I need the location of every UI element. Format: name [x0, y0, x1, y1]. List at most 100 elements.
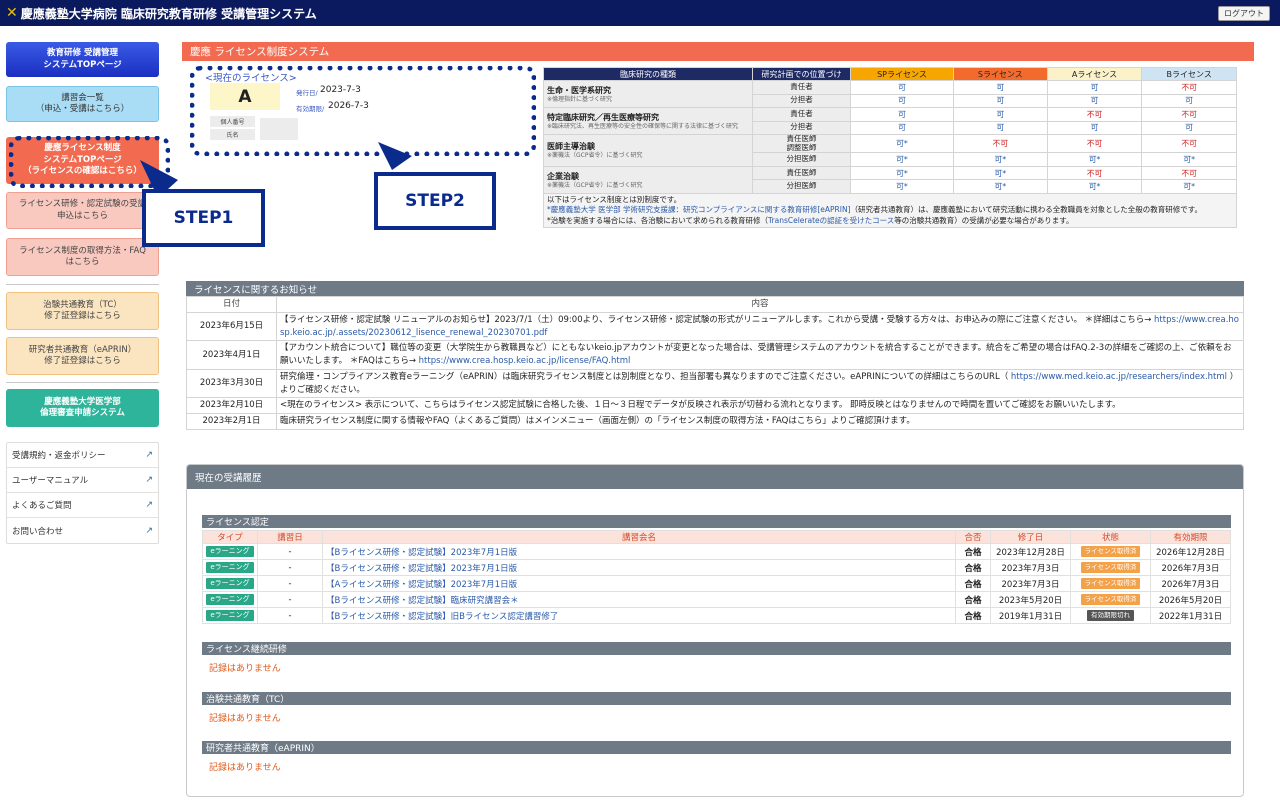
- note-text: （研究者共通教育）は、慶應義塾において研究活動に携わる全教職員を対象とした全般の…: [850, 205, 1203, 215]
- history-row: eラーニング - 【Aライセンス研修・認定試験】2023年7月1日版 合格 2023年7…: [202, 575, 1231, 592]
- col-header: 有効期限: [1150, 530, 1231, 544]
- status-cell: ライセンス取得済: [1070, 559, 1151, 576]
- elearning-badge: eラーニング: [206, 546, 254, 557]
- permission-cell: 不可: [952, 133, 1048, 154]
- type-cell: eラーニング: [202, 591, 258, 608]
- eaprin-link[interactable]: *慶應義塾大学 医学部 学術研究支援課：研究コンプライアンスに関する教育研修[e…: [547, 205, 851, 214]
- sidebar-item-education-top[interactable]: 教育研修 受講管理 システムTOPページ: [6, 42, 159, 77]
- status-cell: ライセンス取得済: [1070, 575, 1151, 592]
- history-title: 現在の受講履歴: [187, 465, 1243, 489]
- tc-title: 治験共通教育（TC）: [202, 692, 1231, 705]
- license-row: 医師主導治験 ※薬機法（GCP省令）に基づく研究 責任医師 調整医師 可* 不可 不可 不可: [543, 133, 1237, 167]
- type-cell: eラーニング: [202, 559, 258, 576]
- news-text: 【ライセンス研修・認定試験 リニューアルのお知らせ】2023/7/1（土）09:…: [280, 314, 1155, 325]
- course-date: -: [257, 543, 323, 560]
- license-notes: 以下はライセンス制度とは別制度です。 *慶應義塾大学 医学部 学術研究支援課：研…: [543, 192, 1237, 229]
- role-cell: 責任医師 調整医師: [752, 133, 851, 154]
- sidebar-item-eaprin-register[interactable]: 研究者共通教育（eAPRIN） 修了証登録はこちら: [6, 337, 159, 375]
- note-text: 等の治験共通教育）の受講が必要な場合があります。: [894, 215, 1074, 225]
- permission-cell: 可: [952, 107, 1048, 122]
- sidebar-item-license-faq[interactable]: ライセンス制度の取得方法・FAQ はこちら: [6, 238, 159, 276]
- permission-cell: 可: [1046, 120, 1143, 135]
- permission-cell: 可*: [1141, 152, 1237, 167]
- permission-cell: 可*: [850, 165, 954, 181]
- history-row: eラーニング - 【Bライセンス研修・認定試験】臨床研究講習会＊ 合格 2023年5月2…: [202, 591, 1231, 608]
- col-header-content: 内容: [276, 296, 1244, 313]
- permission-cell: 可: [952, 93, 1048, 108]
- permission-cell: 可: [1141, 120, 1237, 135]
- research-type-name: 特定臨床研究／再生医療等研究: [547, 112, 659, 122]
- col-header: 臨床研究の種類: [543, 67, 753, 81]
- sidebar-item-course-list[interactable]: 講習会一覧 （申込・受講はこちら）: [6, 86, 159, 122]
- role-cell: 責任者: [752, 80, 851, 95]
- sidebar-links: 受講規約・返金ポリシー ↗ ユーザーマニュアル ↗ よくあるご質問 ↗ お問い合わせ ↗: [6, 442, 159, 544]
- course-date: -: [257, 575, 323, 592]
- result-cell: 合格: [955, 591, 991, 608]
- license-cert-table: タイプ 講習日 講習会名 合否 修了日 状態 有効期限 eラーニング - 【Bライセンス研修・認…: [202, 530, 1231, 624]
- permission-cell: 可*: [1141, 179, 1237, 194]
- expiry-date: 2026年7月3日: [1150, 559, 1231, 576]
- license-cert-title: ライセンス認定: [202, 515, 1231, 528]
- news-link[interactable]: https://www.med.keio.ac.jp/researchers/i…: [1011, 372, 1227, 382]
- sidebar-item-license-apply[interactable]: ライセンス研修・認定試験の受講 申込はこちら: [6, 192, 159, 229]
- permission-cell: 可: [1046, 80, 1143, 95]
- role-cell: 分担医師: [752, 152, 851, 167]
- research-type-name: 医師主導治験: [547, 142, 595, 152]
- news-row: 2023年4月1日 【アカウント統合について】職位等の変更（大学院生から教職員など…: [186, 340, 1244, 370]
- permission-cell: 可*: [850, 179, 954, 194]
- col-header: 合否: [955, 530, 991, 544]
- permission-cell: 可*: [952, 152, 1048, 167]
- role-cell: 分担者: [752, 120, 851, 135]
- course-name-link[interactable]: 【Bライセンス研修・認定試験】臨床研究講習会＊: [322, 591, 956, 608]
- news-title: ライセンスに関するお知らせ: [186, 281, 1244, 296]
- elearning-badge: eラーニング: [206, 578, 254, 589]
- type-cell: eラーニング: [202, 607, 258, 624]
- research-type-note: ※倫理指針に基づく研究: [547, 95, 613, 103]
- external-link-icon: ↗: [145, 525, 153, 536]
- external-link-icon: ↗: [145, 450, 153, 460]
- link-label: お問い合わせ: [12, 526, 64, 537]
- course-name-link[interactable]: 【Bライセンス研修・認定試験】2023年7月1日版: [322, 543, 956, 560]
- permission-cell: 不可: [1141, 107, 1237, 122]
- news-link[interactable]: https://www.crea.hosp.keio.ac.jp/license…: [419, 356, 631, 366]
- status-badge: ライセンス取得済: [1080, 562, 1141, 573]
- course-name-link[interactable]: 【Bライセンス研修・認定試験】旧Bライセンス認定講習修了: [322, 607, 956, 624]
- research-type-note: ※臨床研究法、再生医療等の安全性の確保等に関する法律に基づく研究: [547, 122, 739, 130]
- course-name-link[interactable]: 【Aライセンス研修・認定試験】2023年7月1日版: [322, 575, 956, 592]
- link-manual[interactable]: ユーザーマニュアル ↗: [7, 468, 158, 493]
- status-badge: ライセンス取得済: [1080, 546, 1141, 557]
- sidebar-item-tc-register[interactable]: 治験共通教育（TC） 修了証登録はこちら: [6, 292, 159, 330]
- col-header: 講習日: [257, 530, 323, 544]
- transcelerate-link[interactable]: TransCelerateの認証を受けたコース: [768, 216, 894, 225]
- permission-cell: 可: [850, 120, 954, 135]
- logout-button[interactable]: ログアウト: [1218, 6, 1270, 21]
- col-header-s: Sライセンス: [952, 67, 1048, 81]
- elearning-badge: eラーニング: [206, 562, 254, 573]
- permission-cell: 可: [952, 80, 1048, 95]
- completion-date: 2023年5月20日: [990, 591, 1071, 608]
- news-date: 2023年3月30日: [186, 368, 277, 399]
- result-cell: 合格: [955, 559, 991, 576]
- license-permission-table: 臨床研究の種類 研究計画での位置づけ SPライセンス Sライセンス Aライセンス…: [543, 67, 1237, 229]
- continuing-title: ライセンス継続研修: [202, 642, 1231, 655]
- license-row: 生命・医学系研究 ※倫理指針に基づく研究 責任者可可可不可: [543, 80, 1237, 108]
- course-name-link[interactable]: 【Bライセンス研修・認定試験】2023年7月1日版: [322, 559, 956, 576]
- permission-cell: 可*: [1046, 152, 1143, 167]
- permission-cell: 可: [850, 107, 954, 122]
- sidebar-item-ethics-review[interactable]: 慶應義塾大学医学部 倫理審査申請システム: [6, 389, 159, 427]
- link-contact[interactable]: お問い合わせ ↗: [7, 518, 158, 543]
- research-type-name: 企業治験: [547, 171, 579, 181]
- link-faq[interactable]: よくあるご質問 ↗: [7, 493, 158, 518]
- role-cell: 分担者: [752, 93, 851, 108]
- note-text: *治験を実施する場合には、各治験において求められる教育研修（: [547, 215, 769, 225]
- license-row: 特定臨床研究／再生医療等研究 ※臨床研究法、再生医療等の安全性の確保等に関する法律…: [543, 107, 1237, 135]
- status-cell: 有効期限切れ: [1070, 607, 1151, 624]
- news-date: 2023年2月1日: [186, 413, 277, 430]
- course-date: -: [257, 591, 323, 608]
- history-row: eラーニング - 【Bライセンス研修・認定試験】2023年7月1日版 合格 2023年1…: [202, 543, 1231, 560]
- app-title: 慶應義塾大学病院 臨床研究教育研修 受講管理システム: [20, 6, 317, 21]
- expiry-date: 2026年12月28日: [1150, 543, 1231, 560]
- link-terms[interactable]: 受講規約・返金ポリシー ↗: [7, 443, 158, 468]
- result-cell: 合格: [955, 543, 991, 560]
- permission-cell: 不可: [1141, 80, 1237, 95]
